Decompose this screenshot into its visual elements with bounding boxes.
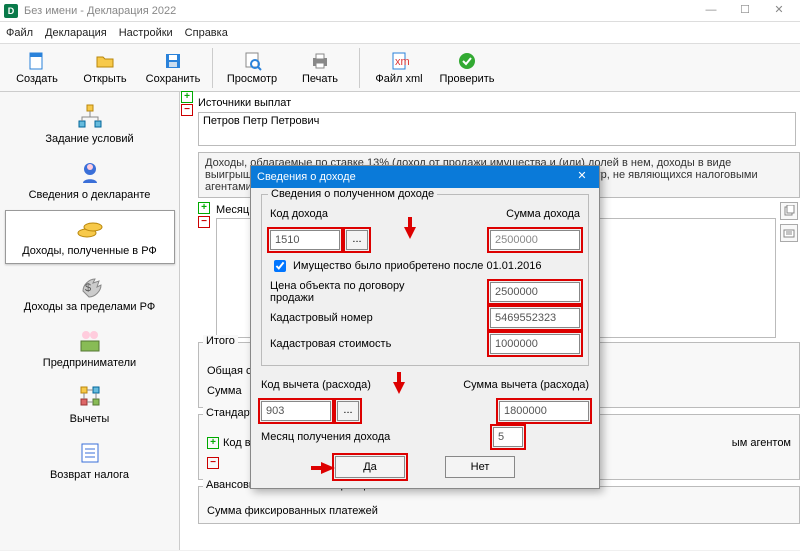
std-agent-suffix: ым агентом [732, 437, 791, 449]
toolbar-save[interactable]: Сохранить [142, 46, 204, 90]
toolbar-check[interactable]: Проверить [436, 46, 498, 90]
maximize-button[interactable]: ☐ [728, 1, 762, 21]
deduction-code-lookup-button[interactable]: ... [337, 401, 359, 421]
toolbar-open[interactable]: Открыть [74, 46, 136, 90]
minimize-button[interactable]: — [694, 1, 728, 21]
sidebar-income-rf[interactable]: Доходы, полученные в РФ [5, 210, 175, 264]
sidebar-entrepreneur[interactable]: Предприниматели [5, 322, 175, 376]
dialog-close-button[interactable]: ✕ [571, 167, 593, 187]
source-add-button[interactable]: + [181, 91, 193, 103]
app-icon: D [4, 4, 18, 18]
menu-help[interactable]: Справка [185, 27, 228, 39]
toolbar-xml[interactable]: xmlФайл xml [368, 46, 430, 90]
source-remove-button[interactable]: − [181, 104, 193, 116]
cadastral-number-input[interactable] [490, 308, 580, 328]
income-amount-input[interactable] [490, 230, 580, 250]
sources-header: Источники выплат [198, 97, 796, 109]
cadastral-number-label: Кадастровый номер [270, 312, 420, 324]
sidebar-income-abroad[interactable]: $Доходы за пределами РФ [5, 266, 175, 320]
cadastral-value-label: Кадастровая стоимость [270, 338, 420, 350]
deduction-sum-input[interactable] [499, 401, 589, 421]
month-copy-button[interactable] [780, 202, 798, 220]
dialog-group-legend: Сведения о полученном доходе [268, 188, 437, 200]
sale-price-label: Цена объекта по договору продажи [270, 280, 420, 304]
svg-text:$: $ [85, 282, 91, 294]
toolbar-view[interactable]: Просмотр [221, 46, 283, 90]
std-remove-button[interactable]: − [207, 457, 219, 469]
cadastral-value-input[interactable] [490, 334, 580, 354]
month-repeat-button[interactable] [780, 224, 798, 242]
close-button[interactable]: ✕ [762, 1, 796, 21]
sidebar-tax-return[interactable]: Возврат налога [5, 434, 175, 488]
sidebar-conditions[interactable]: Задание условий [5, 98, 175, 152]
property-after-2016-label: Имущество было приобретено после 01.01.2… [293, 260, 542, 272]
deduction-code-input[interactable] [261, 401, 331, 421]
sale-price-input[interactable] [490, 282, 580, 302]
month-remove-button[interactable]: − [198, 216, 210, 228]
dialog-title: Сведения о доходе [257, 171, 571, 183]
sources-list[interactable]: Петров Петр Петрович [198, 112, 796, 146]
menu-file[interactable]: Файл [6, 27, 33, 39]
svg-text:xml: xml [395, 56, 409, 68]
sidebar-deductions[interactable]: Вычеты [5, 378, 175, 432]
window-title: Без имени - Декларация 2022 [24, 5, 694, 17]
deduction-code-label: Код вычета (расхода) [261, 379, 391, 391]
income-info-dialog: Сведения о доходе ✕ Сведения о полученно… [250, 165, 600, 489]
income-code-lookup-button[interactable]: ... [346, 230, 368, 250]
foreigner-sum-label: Сумма фиксированных платежей [207, 505, 378, 517]
property-after-2016-checkbox[interactable] [274, 260, 286, 272]
income-amount-label: Сумма дохода [506, 208, 580, 220]
menu-declaration[interactable]: Декларация [45, 27, 107, 39]
income-month-input[interactable] [493, 427, 523, 447]
income-code-label: Код дохода [270, 208, 400, 220]
sidebar-declarant[interactable]: Сведения о декларанте [5, 154, 175, 208]
toolbar-create[interactable]: Создать [6, 46, 68, 90]
foreigner-group: Авансовые платежи иностранца Сумма фикси… [198, 486, 800, 524]
std-add-button[interactable]: + [207, 437, 219, 449]
income-code-input[interactable] [270, 230, 340, 250]
deduction-sum-label: Сумма вычета (расхода) [463, 379, 589, 391]
dialog-ok-button[interactable]: Да [335, 456, 405, 478]
income-month-label: Месяц получения дохода [261, 431, 411, 443]
toolbar-print[interactable]: Печать [289, 46, 351, 90]
month-add-button[interactable]: + [198, 202, 210, 214]
menu-settings[interactable]: Настройки [119, 27, 173, 39]
source-row[interactable]: Петров Петр Петрович [199, 113, 795, 129]
dialog-cancel-button[interactable]: Нет [445, 456, 515, 478]
